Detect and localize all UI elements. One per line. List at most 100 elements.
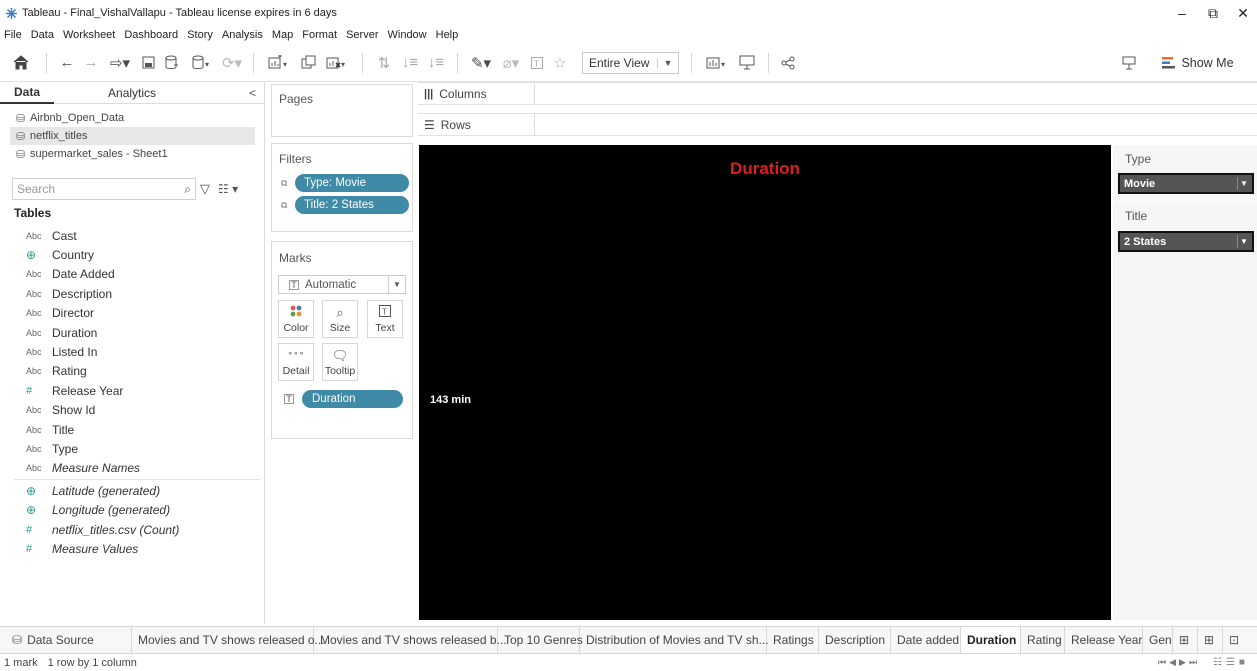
- view-options-icon[interactable]: ☷ ▾: [218, 182, 238, 196]
- presentation-mode-icon[interactable]: [734, 50, 760, 76]
- field-item[interactable]: Abc Description: [0, 284, 264, 303]
- field-item[interactable]: Abc Duration: [0, 323, 264, 342]
- sheet-tab[interactable]: Gen: [1143, 626, 1173, 654]
- pause-updates-icon[interactable]: ▾: [185, 50, 219, 76]
- fix-axes-icon[interactable]: ☆: [548, 50, 572, 76]
- group-members-icon[interactable]: ⌀▾: [496, 50, 526, 76]
- menu-map[interactable]: Map: [272, 29, 293, 41]
- sort-descending-icon[interactable]: ↓≡: [423, 50, 449, 76]
- field-item[interactable]: Abc Measure Names: [0, 459, 264, 478]
- new-dashboard-icon[interactable]: ⊞: [1198, 626, 1223, 654]
- data-source-name: netflix_titles: [30, 130, 88, 142]
- text-mark-icon: T: [289, 279, 299, 290]
- rows-shelf[interactable]: ☰ Rows: [418, 113, 1257, 136]
- menu-story[interactable]: Story: [187, 29, 213, 41]
- menu-data[interactable]: Data: [31, 29, 54, 41]
- filter-pill-type[interactable]: Type: Movie: [295, 174, 409, 192]
- new-story-icon[interactable]: ⊡: [1223, 627, 1243, 654]
- field-item[interactable]: ⊕ Country: [0, 245, 264, 264]
- replay-icon[interactable]: ⇨▾: [103, 50, 137, 76]
- mark-type-dropdown[interactable]: T Automatic ▼: [278, 275, 406, 294]
- presentation-pin-icon[interactable]: [1118, 50, 1140, 76]
- menu-analysis[interactable]: Analysis: [222, 29, 263, 41]
- size-button[interactable]: ⌕ Size: [322, 300, 358, 338]
- search-input[interactable]: Search ⌕: [12, 178, 196, 200]
- field-item[interactable]: # Release Year: [0, 381, 264, 400]
- new-worksheet-icon[interactable]: ⊞: [1173, 626, 1198, 654]
- detail-button[interactable]: ∘∘∘ Detail: [278, 343, 314, 381]
- filter-pill-title[interactable]: Title: 2 States: [295, 196, 409, 214]
- string-icon: Abc: [26, 443, 42, 454]
- field-item[interactable]: # Measure Values: [0, 539, 264, 558]
- menu-file[interactable]: File: [4, 29, 22, 41]
- highlight-icon[interactable]: ✎▾: [466, 50, 496, 76]
- show-mark-labels-icon[interactable]: T: [526, 50, 548, 76]
- field-item[interactable]: Abc Cast: [0, 226, 264, 245]
- menu-help[interactable]: Help: [436, 29, 459, 41]
- new-data-source-icon[interactable]: [159, 50, 185, 76]
- marks-pill-duration[interactable]: Duration: [302, 390, 403, 408]
- field-item[interactable]: ⊕ Latitude (generated): [0, 481, 264, 500]
- sheet-tab-active[interactable]: Duration: [961, 626, 1021, 654]
- type-filter-select[interactable]: Movie ▼: [1118, 173, 1254, 194]
- menu-worksheet[interactable]: Worksheet: [63, 29, 115, 41]
- show-cards-icon[interactable]: ▾: [700, 50, 734, 76]
- field-item[interactable]: Abc Title: [0, 420, 264, 439]
- sheet-tab[interactable]: Movies and TV shows released b...: [314, 626, 507, 654]
- field-item[interactable]: Abc Show Id: [0, 401, 264, 420]
- field-item[interactable]: Abc Date Added: [0, 265, 264, 284]
- sort-ascending-icon[interactable]: ↓≡: [397, 50, 423, 76]
- redo-icon[interactable]: →: [79, 50, 103, 76]
- pages-shelf[interactable]: Pages: [271, 84, 413, 137]
- sheet-tab[interactable]: Ratings: [767, 626, 819, 654]
- fit-dropdown[interactable]: Entire View ▼: [582, 51, 680, 74]
- sheet-tab[interactable]: Release Year: [1065, 626, 1143, 654]
- share-icon[interactable]: [777, 50, 799, 76]
- field-item[interactable]: Abc Type: [0, 439, 264, 458]
- tab-data-source[interactable]: ⛁ Data Source: [0, 626, 132, 654]
- sheet-tab[interactable]: Description: [819, 626, 891, 654]
- duplicate-sheet-icon[interactable]: [296, 50, 320, 76]
- tab-data[interactable]: Data: [0, 82, 55, 104]
- tooltip-button[interactable]: 🗨 Tooltip: [322, 343, 358, 381]
- menu-dashboard[interactable]: Dashboard: [124, 29, 178, 41]
- collapse-pane-icon[interactable]: <: [249, 86, 256, 100]
- sheet-navigation-arrows[interactable]: ⏮◀▶⏭: [1158, 657, 1200, 668]
- filter-icon[interactable]: ▽: [200, 181, 210, 197]
- columns-shelf[interactable]: ||| Columns: [418, 82, 1257, 105]
- new-worksheet-icon[interactable]: ▾: [262, 50, 296, 76]
- menu-window[interactable]: Window: [388, 29, 427, 41]
- menu-format[interactable]: Format: [302, 29, 337, 41]
- field-item[interactable]: ⊕ Longitude (generated): [0, 500, 264, 519]
- viz-canvas[interactable]: Duration 143 min: [419, 145, 1111, 620]
- undo-icon[interactable]: ←: [55, 50, 79, 76]
- mark-label[interactable]: 143 min: [430, 394, 471, 406]
- show-me-button[interactable]: Show Me: [1148, 50, 1248, 76]
- close-button[interactable]: ✕: [1222, 0, 1257, 26]
- sheet-tab[interactable]: Movies and TV shows released o...: [132, 626, 325, 654]
- sheet-tab[interactable]: Date added: [891, 626, 961, 654]
- field-item[interactable]: Abc Director: [0, 304, 264, 323]
- show-me-label: Show Me: [1181, 55, 1234, 70]
- filters-shelf[interactable]: Filters ⧉ Type: Movie ⧉ Title: 2 States: [271, 143, 413, 232]
- field-item[interactable]: Abc Rating: [0, 362, 264, 381]
- tab-analytics[interactable]: Analytics: [54, 82, 170, 104]
- home-icon[interactable]: [4, 50, 38, 76]
- clear-sheet-icon[interactable]: ▾: [320, 50, 354, 76]
- sheet-tab[interactable]: Rating: [1021, 626, 1065, 654]
- swap-rows-columns-icon[interactable]: ⇅: [371, 50, 397, 76]
- text-button[interactable]: T Text: [367, 300, 403, 338]
- data-source-item-selected[interactable]: ⛁ netflix_titles: [10, 127, 255, 145]
- refresh-icon[interactable]: ⟳▾: [219, 50, 245, 76]
- data-source-item[interactable]: ⛁ supermarket_sales - Sheet1: [0, 145, 264, 163]
- menu-server[interactable]: Server: [346, 29, 378, 41]
- sheet-tab[interactable]: Distribution of Movies and TV sh...: [580, 626, 769, 654]
- color-button[interactable]: Color: [278, 300, 314, 338]
- sheet-view-icons[interactable]: ☷☰■: [1213, 657, 1249, 668]
- sheet-tab[interactable]: Top 10 Genres: [498, 626, 583, 654]
- field-item[interactable]: # netflix_titles.csv (Count): [0, 520, 264, 539]
- data-source-item[interactable]: ⛁ Airbnb_Open_Data: [0, 109, 264, 127]
- title-filter-select[interactable]: 2 States ▼: [1118, 231, 1254, 252]
- field-item[interactable]: Abc Listed In: [0, 342, 264, 361]
- save-icon[interactable]: [137, 50, 159, 76]
